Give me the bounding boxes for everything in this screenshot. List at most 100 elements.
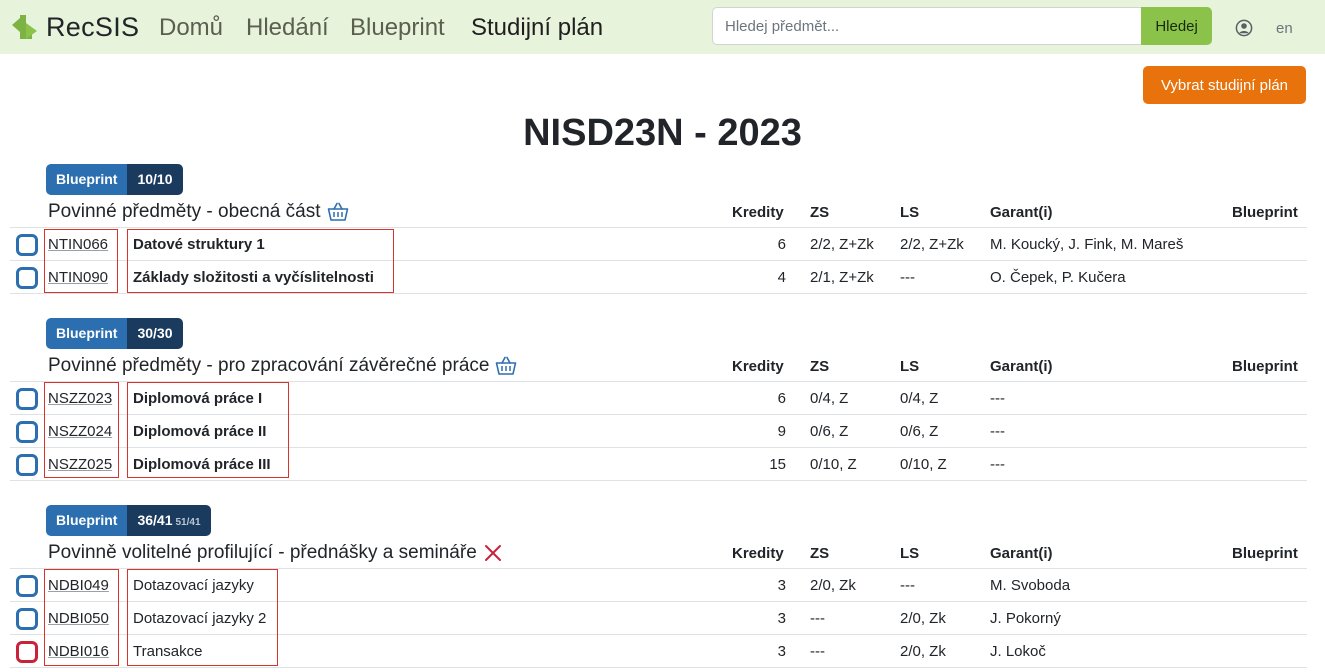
table-row: NTIN066 Datové struktury 1 6 2/2, Z+Zk 2…	[10, 228, 1307, 261]
brand-logo[interactable]: RecSIS	[12, 12, 139, 43]
logo-icon	[12, 14, 37, 39]
course-name: Dotazovací jazyky	[133, 577, 254, 594]
course-credits: 6	[777, 390, 786, 407]
basket-icon[interactable]	[495, 356, 517, 376]
course-summer: ---	[900, 269, 915, 286]
table-row: NDBI016 Transakce 3 --- 2/0, Zk J. Lokoč	[10, 635, 1307, 668]
course-winter: ---	[810, 643, 825, 660]
course-summer: 2/0, Zk	[900, 610, 946, 627]
course-name: Diplomová práce II	[133, 423, 267, 440]
course-checkbox[interactable]	[16, 388, 38, 410]
badge-count: 10/10	[127, 164, 183, 195]
badge-count-value: 10/10	[137, 171, 173, 187]
user-circle-icon[interactable]	[1235, 19, 1253, 42]
navbar: RecSIS Domů Hledání Blueprint Studijní p…	[0, 0, 1325, 54]
column-winter: ZS	[810, 358, 830, 375]
section-title-text: Povinné předměty - obecná část	[48, 201, 321, 222]
course-code[interactable]: NTIN090	[48, 269, 108, 286]
column-blueprint: Blueprint	[1232, 204, 1298, 221]
column-credits: Kredity	[732, 545, 784, 562]
column-blueprint: Blueprint	[1232, 358, 1298, 375]
course-credits: 9	[777, 423, 786, 440]
course-guarantor: J. Pokorný	[990, 610, 1061, 627]
section-title: Povinně volitelné profilující - přednášk…	[48, 542, 503, 564]
search-button[interactable]: Hledej	[1141, 7, 1212, 45]
course-code[interactable]: NSZZ023	[48, 390, 112, 407]
section-title-text: Povinně volitelné profilující - přednášk…	[48, 542, 477, 563]
course-code[interactable]: NSZZ025	[48, 456, 112, 473]
nav-home[interactable]: Domů	[159, 14, 223, 42]
column-blueprint: Blueprint	[1232, 545, 1298, 562]
course-guarantor: M. Koucký, J. Fink, M. Mareš	[990, 236, 1184, 253]
language-switch[interactable]: en	[1276, 20, 1293, 37]
column-credits: Kredity	[732, 358, 784, 375]
section-header: Povinné předměty - pro zpracování závěre…	[10, 350, 1307, 382]
course-guarantor: M. Svoboda	[990, 577, 1071, 594]
course-winter: 0/10, Z	[810, 456, 857, 473]
course-guarantor: ---	[990, 423, 1005, 440]
column-summer: LS	[900, 358, 920, 375]
course-checkbox[interactable]	[16, 454, 38, 476]
section-header: Povinně volitelné profilující - přednášk…	[10, 537, 1307, 569]
course-checkbox[interactable]	[16, 641, 38, 663]
column-guarantor: Garant(i)	[990, 358, 1053, 375]
table-row: NDBI050 Dotazovací jazyky 2 3 --- 2/0, Z…	[10, 602, 1307, 635]
badge-label: Blueprint	[46, 164, 128, 195]
badge-label: Blueprint	[46, 505, 128, 536]
brand-name: RecSIS	[46, 12, 140, 42]
course-code[interactable]: NDBI016	[48, 643, 109, 660]
course-name: Diplomová práce I	[133, 390, 263, 407]
section-title: Povinné předměty - obecná část	[48, 201, 349, 223]
table-row: NTIN090 Základy složitosti a vyčísliteln…	[10, 261, 1307, 294]
column-guarantor: Garant(i)	[990, 204, 1053, 221]
table-row: NDBI049 Dotazovací jazyky 3 2/0, Zk --- …	[10, 569, 1307, 602]
table-row: NSZZ025 Diplomová práce III 15 0/10, Z 0…	[10, 448, 1307, 481]
basket-icon[interactable]	[327, 202, 349, 222]
course-code[interactable]: NDBI050	[48, 610, 109, 627]
course-summer: 2/0, Zk	[900, 643, 946, 660]
badge-count-value: 30/30	[137, 325, 173, 341]
search-bar: Hledej	[712, 7, 1212, 45]
nav-search[interactable]: Hledání	[246, 14, 329, 42]
course-name: Diplomová práce III	[133, 456, 271, 473]
section-title-text: Povinné předměty - pro zpracování závěre…	[48, 355, 490, 376]
course-credits: 3	[777, 577, 786, 594]
course-summer: ---	[900, 577, 915, 594]
badge-count-value: 36/41	[137, 512, 173, 528]
course-name: Datové struktury 1	[133, 236, 265, 253]
course-code[interactable]: NDBI049	[48, 577, 109, 594]
course-checkbox[interactable]	[16, 608, 38, 630]
badge-count: 36/41 51/41	[127, 505, 211, 536]
column-summer: LS	[900, 204, 920, 221]
choose-study-plan-button[interactable]: Vybrat studijní plán	[1143, 66, 1306, 104]
course-credits: 3	[777, 643, 786, 660]
search-input[interactable]	[712, 7, 1142, 45]
course-summer: 0/4, Z	[900, 390, 939, 407]
course-credits: 4	[777, 269, 786, 286]
course-winter: 0/6, Z	[810, 423, 849, 440]
course-code[interactable]: NSZZ024	[48, 423, 112, 440]
course-checkbox[interactable]	[16, 575, 38, 597]
course-guarantor: ---	[990, 390, 1005, 407]
blueprint-badge: Blueprint 10/10	[46, 164, 183, 195]
close-icon[interactable]	[483, 543, 503, 563]
course-credits: 15	[769, 456, 786, 473]
course-checkbox[interactable]	[16, 234, 38, 256]
nav-study-plan[interactable]: Studijní plán	[471, 14, 603, 42]
course-credits: 3	[777, 610, 786, 627]
column-guarantor: Garant(i)	[990, 545, 1053, 562]
course-code[interactable]: NTIN066	[48, 236, 108, 253]
badge-count-sub: 51/41	[175, 517, 201, 528]
course-checkbox[interactable]	[16, 421, 38, 443]
course-winter: 0/4, Z	[810, 390, 849, 407]
column-credits: Kredity	[732, 204, 784, 221]
course-name: Transakce	[133, 643, 203, 660]
course-checkbox[interactable]	[16, 267, 38, 289]
blueprint-badge: Blueprint 30/30	[46, 318, 183, 349]
course-guarantor: ---	[990, 456, 1005, 473]
column-winter: ZS	[810, 204, 830, 221]
course-name: Základy složitosti a vyčíslitelnosti	[133, 269, 374, 286]
nav-blueprint[interactable]: Blueprint	[350, 14, 445, 42]
badge-label: Blueprint	[46, 318, 128, 349]
course-winter: 2/0, Zk	[810, 577, 856, 594]
